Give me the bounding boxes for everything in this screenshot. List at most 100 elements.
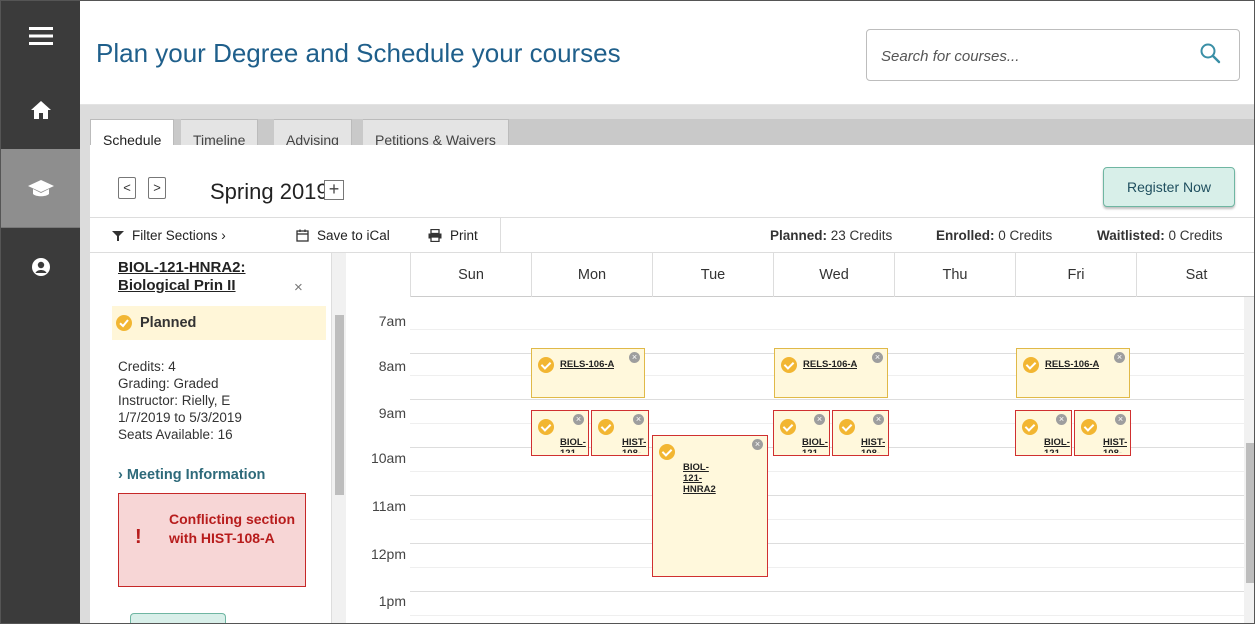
hour-label: 12pm — [370, 546, 406, 562]
calendar-scrollbar-thumb[interactable] — [1246, 443, 1254, 583]
hour-label: 7am — [378, 313, 406, 329]
home-icon — [30, 101, 51, 119]
register-now-button[interactable]: Register Now — [1103, 167, 1235, 207]
filter-icon — [112, 230, 124, 241]
event-label[interactable]: BIOL-121-HNRA2 — [683, 462, 723, 495]
hour-label: 11am — [372, 498, 406, 514]
instructor-text: Instructor: Rielly, E — [118, 393, 231, 408]
waitlisted-credits: Waitlisted: 0 Credits — [1097, 228, 1223, 243]
section-title-link[interactable]: BIOL-121-HNRA2: Biological Prin II — [118, 259, 298, 295]
schedule-toolbar: Filter Sections › Save to iCal Print Pla… — [90, 217, 1254, 253]
search-icon — [1200, 43, 1221, 64]
remove-icon[interactable]: × — [629, 352, 640, 363]
enrolled-credits: Enrolled: 0 Credits — [936, 228, 1053, 243]
term-header: < > Spring 2019 + Register Now — [90, 145, 1254, 217]
app-window: Plan your Degree and Schedule your cours… — [0, 0, 1255, 624]
remove-icon[interactable]: × — [1114, 352, 1125, 363]
schedule-panel: < > Spring 2019 + Register Now Filter Se… — [80, 145, 1254, 623]
check-icon — [538, 419, 554, 435]
calendar-event[interactable]: RELS-106-A × — [774, 348, 888, 398]
search-button[interactable] — [1199, 42, 1225, 68]
check-icon — [781, 357, 797, 373]
detail-action-button[interactable] — [130, 613, 226, 623]
remove-icon[interactable]: × — [872, 352, 883, 363]
add-term-button[interactable]: + — [324, 180, 344, 200]
previous-term-button[interactable]: < — [118, 177, 136, 199]
remove-icon[interactable]: × — [1056, 414, 1067, 425]
day-sun: Sun — [410, 253, 531, 297]
check-icon — [780, 419, 796, 435]
nav-user[interactable] — [1, 227, 80, 307]
hour-label: 9am — [378, 405, 406, 421]
day-mon: Mon — [531, 253, 652, 297]
hour-label: 10am — [370, 450, 406, 466]
status-label: Planned — [140, 315, 197, 331]
calendar-event[interactable]: HIST-108-A × — [832, 410, 889, 456]
nav-academics[interactable] — [1, 149, 80, 227]
calendar-event[interactable]: RELS-106-A × — [531, 348, 645, 398]
detail-scrollbar-thumb[interactable] — [335, 315, 344, 495]
save-to-ical-label: Save to iCal — [317, 228, 390, 243]
print-button[interactable]: Print — [428, 218, 478, 253]
event-label[interactable]: BIOL-121 — [802, 437, 828, 453]
calendar-event[interactable]: RELS-106-A × — [1016, 348, 1130, 398]
tab-bar: Schedule Timeline Advising Petitions & W… — [80, 105, 1254, 160]
check-icon — [659, 444, 675, 460]
printer-icon — [428, 229, 442, 242]
remove-icon[interactable]: × — [1115, 414, 1126, 425]
calendar-event[interactable]: BIOL-121 × — [531, 410, 589, 456]
day-sat: Sat — [1136, 253, 1254, 297]
hour-labels: 7am 8am 9am 10am 11am 12pm 1pm — [360, 297, 410, 623]
event-label[interactable]: RELS-106-A — [1045, 359, 1099, 370]
event-label[interactable]: RELS-106-A — [803, 359, 857, 370]
close-detail-button[interactable]: × — [294, 279, 303, 296]
calendar-event[interactable]: BIOL-121 × — [773, 410, 830, 456]
save-to-ical-button[interactable]: Save to iCal — [296, 218, 390, 253]
calendar-event[interactable]: HIST-108-A × — [1074, 410, 1131, 456]
left-nav — [1, 1, 80, 623]
meeting-information-toggle[interactable]: › Meeting Information — [118, 467, 265, 483]
check-icon — [1023, 357, 1039, 373]
search-input[interactable] — [881, 44, 1181, 68]
graduation-cap-icon — [27, 180, 54, 197]
planned-credits: Planned: 23 Credits — [770, 228, 893, 243]
filter-sections-button[interactable]: Filter Sections › — [112, 218, 226, 253]
nav-home[interactable] — [1, 71, 80, 149]
check-icon — [1022, 419, 1038, 435]
page-header: Plan your Degree and Schedule your cours… — [80, 1, 1254, 105]
remove-icon[interactable]: × — [573, 414, 584, 425]
calendar-event-selected[interactable]: BIOL-121-HNRA2 × — [652, 435, 768, 577]
hamburger-icon — [28, 27, 53, 45]
alert-icon: ! — [135, 526, 142, 548]
calendar-event[interactable]: BIOL-121 × — [1015, 410, 1072, 456]
event-label[interactable]: RELS-106-A — [560, 359, 614, 370]
credits-text: Credits: 4 — [118, 359, 176, 374]
day-tue: Tue — [652, 253, 773, 297]
grading-text: Grading: Graded — [118, 376, 219, 391]
filter-sections-label: Filter Sections › — [132, 228, 226, 243]
day-wed: Wed — [773, 253, 894, 297]
search-box — [866, 29, 1240, 81]
seats-text: Seats Available: 16 — [118, 427, 233, 442]
remove-icon[interactable]: × — [752, 439, 763, 450]
status-badge: Planned — [112, 306, 326, 340]
event-label[interactable]: BIOL-121 — [1044, 437, 1070, 453]
term-title: Spring 2019 — [210, 179, 329, 204]
conflict-alert: ! Conflicting section with HIST-108-A — [118, 493, 306, 587]
calendar-event[interactable]: HIST-108-A × — [591, 410, 649, 456]
calendar-icon — [296, 229, 309, 242]
check-icon — [839, 419, 855, 435]
event-label[interactable]: HIST-108-A — [1103, 437, 1127, 453]
remove-icon[interactable]: × — [633, 414, 644, 425]
print-label: Print — [450, 228, 478, 243]
event-label[interactable]: HIST-108-A — [622, 437, 646, 453]
day-fri: Fri — [1015, 253, 1136, 297]
event-label[interactable]: BIOL-121 — [560, 437, 586, 453]
next-term-button[interactable]: > — [148, 177, 166, 199]
remove-icon[interactable]: × — [814, 414, 825, 425]
event-label[interactable]: HIST-108-A — [861, 437, 885, 453]
planned-check-icon — [116, 315, 132, 331]
section-meta: Credits: 4 Grading: Graded Instructor: R… — [118, 358, 242, 443]
remove-icon[interactable]: × — [873, 414, 884, 425]
menu-button[interactable] — [1, 1, 80, 71]
